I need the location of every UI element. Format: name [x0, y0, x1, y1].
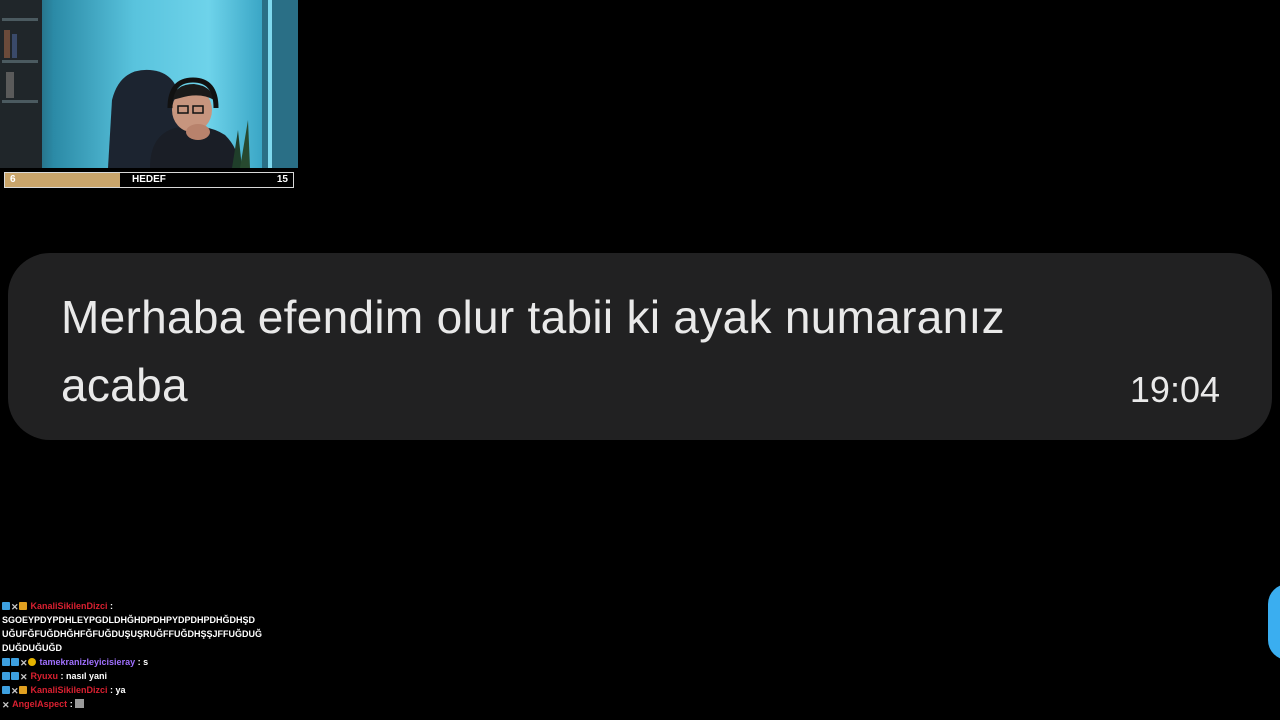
x-badge-icon: ✕: [2, 700, 10, 710]
goal-progress-fill: [5, 173, 121, 187]
goal-bar: 6 HEDEF 15: [4, 172, 294, 188]
x-badge-icon: ✕: [11, 686, 19, 696]
blue-badge-icon: [2, 602, 10, 610]
crown-badge-icon: [19, 602, 27, 610]
x-badge-icon: ✕: [20, 658, 28, 668]
goal-label: HEDEF: [132, 174, 166, 185]
blue-badge-icon: [11, 658, 19, 666]
emote-icon: [75, 699, 85, 708]
crown-badge-icon: [19, 686, 27, 694]
edge-widget: [1268, 584, 1280, 660]
chat-message: ✕ AngelAspect :: [2, 697, 262, 711]
chat-separator: :: [67, 699, 76, 709]
chat-text: s: [143, 657, 149, 667]
chat-text: nasıl yani: [66, 671, 108, 681]
message-timestamp: 19:04: [1129, 369, 1220, 410]
goal-target-value: 15: [276, 174, 288, 185]
chat-separator: :: [58, 671, 67, 681]
coin-badge-icon: [28, 658, 36, 666]
chat-username: KanaliSikilenDizci: [30, 601, 108, 611]
blue-badge-icon: [2, 686, 10, 694]
chat-separator: :: [107, 601, 114, 611]
chat-message: ✕ Ryuxu : nasıl yani: [2, 669, 262, 683]
chat-username: KanaliSikilenDizci: [30, 685, 108, 695]
webcam-feed: [0, 0, 298, 168]
chat-username: AngelAspect: [12, 699, 68, 709]
message-bubble: Merhaba efendim olur tabii ki ayak numar…: [8, 253, 1272, 440]
chat-separator: :: [135, 657, 144, 667]
chat-username: tamekranizleyicisieray: [39, 657, 136, 667]
x-badge-icon: ✕: [20, 672, 28, 682]
chat-separator: :: [107, 685, 116, 695]
goal-current-value: 6: [10, 174, 16, 185]
message-text: Merhaba efendim olur tabii ki ayak numar…: [61, 291, 1005, 411]
webcam-figure: [0, 0, 298, 168]
chat-overlay: ✕ KanaliSikilenDizci : SGOEYPDYPDHLEYPGD…: [2, 599, 262, 711]
x-badge-icon: ✕: [11, 602, 19, 612]
chat-message: ✕ KanaliSikilenDizci : ya: [2, 683, 262, 697]
chat-message: ✕ KanaliSikilenDizci : SGOEYPDYPDHLEYPGD…: [2, 599, 262, 655]
sub-badge-icon: [2, 672, 10, 680]
chat-username: Ryuxu: [30, 671, 59, 681]
blue-badge-icon: [11, 672, 19, 680]
sub-badge-icon: [2, 658, 10, 666]
chat-text: ya: [115, 685, 126, 695]
chat-message: ✕ tamekranizleyicisieray : s: [2, 655, 262, 669]
stream-overlay: 6 HEDEF 15 Merhaba efendim olur tabii ki…: [0, 0, 1280, 720]
chat-text: SGOEYPDYPDHLEYPGDLDHĞHDPDHPYDPDHPDHĞDHŞD…: [2, 615, 262, 653]
